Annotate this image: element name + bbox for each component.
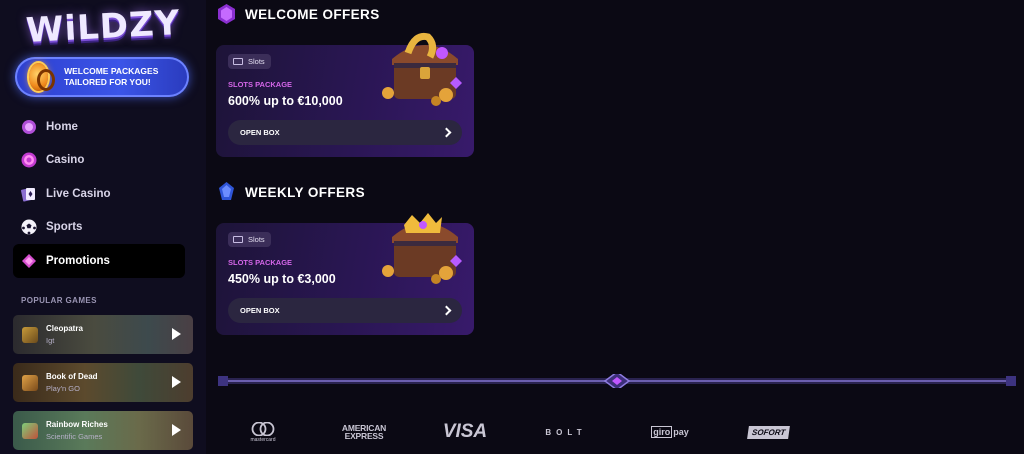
mastercard-icon bbox=[251, 421, 275, 436]
popular-games-heading: POPULAR GAMES bbox=[21, 296, 97, 305]
treasure-chest-icon bbox=[382, 213, 462, 284]
game-thumbnail bbox=[22, 374, 38, 391]
sidebar-item-label: Live Casino bbox=[46, 187, 111, 200]
brand-logo[interactable]: WiLDZY bbox=[25, 3, 181, 51]
sidebar-nav: Home Casino Live Casino Sports Promotion… bbox=[13, 110, 185, 278]
play-icon[interactable] bbox=[172, 376, 181, 388]
sofort-label: SOFORT bbox=[747, 425, 791, 439]
bonus-amount: 450% up to €3,000 bbox=[228, 272, 336, 286]
purple-gem-icon bbox=[218, 4, 235, 24]
sidebar-item-label: Home bbox=[46, 120, 78, 133]
welcome-offer-card: Slots SLOTS PACKAGE 600% up to €10,000 O… bbox=[216, 32, 474, 157]
casino-chip-icon bbox=[21, 152, 37, 168]
home-icon bbox=[21, 119, 37, 135]
mastercard-logo: mastercard bbox=[246, 418, 280, 446]
sidebar-item-promotions[interactable]: Promotions bbox=[13, 244, 185, 278]
game-card-cleopatra[interactable]: Cleopatra Igt bbox=[13, 315, 193, 354]
visa-label: VISA bbox=[442, 421, 488, 442]
game-thumbnail bbox=[22, 422, 38, 439]
bolt-logo: BOLT bbox=[536, 418, 596, 446]
american-express-logo: AMERICAN EXPRESS bbox=[334, 418, 394, 446]
sidebar-item-live-casino[interactable]: Live Casino bbox=[13, 177, 185, 211]
amex-line-2: EXPRESS bbox=[344, 431, 384, 441]
section-title: WELCOME OFFERS bbox=[245, 6, 380, 22]
game-card-rainbow-riches[interactable]: Rainbow Riches Scientific Games bbox=[13, 411, 193, 450]
sidebar-item-label: Promotions bbox=[46, 254, 110, 267]
welcome-offers-heading: WELCOME OFFERS bbox=[218, 4, 380, 24]
button-label: OPEN BOX bbox=[240, 306, 280, 315]
sidebar-item-label: Casino bbox=[46, 154, 85, 167]
game-name: Book of Dead bbox=[46, 372, 98, 381]
sofort-logo: SOFORT bbox=[747, 418, 791, 446]
package-type: SLOTS PACKAGE bbox=[228, 258, 293, 267]
treasure-chest-icon bbox=[382, 32, 462, 106]
open-box-button[interactable]: OPEN BOX bbox=[228, 120, 462, 145]
play-icon[interactable] bbox=[172, 424, 181, 436]
decorative-divider bbox=[218, 374, 1016, 388]
section-title: WEEKLY OFFERS bbox=[245, 184, 365, 200]
blue-gem-icon bbox=[219, 182, 234, 200]
chevron-right-icon bbox=[441, 305, 452, 316]
chevron-right-icon bbox=[441, 127, 452, 138]
game-provider: Scientific Games bbox=[46, 432, 103, 441]
promo-banner-text: WELCOME PACKAGES TAILORED FOR YOU! bbox=[64, 66, 159, 87]
sidebar-item-label: Sports bbox=[46, 221, 83, 234]
welcome-packages-banner[interactable]: WELCOME PACKAGES TAILORED FOR YOU! bbox=[15, 57, 189, 97]
visa-logo: VISA bbox=[438, 418, 492, 446]
game-card-book-of-dead[interactable]: Book of Dead Play'n GO bbox=[13, 363, 193, 402]
button-label: OPEN BOX bbox=[240, 128, 280, 137]
giropay-part-2: pay bbox=[673, 427, 689, 437]
sidebar-item-casino[interactable]: Casino bbox=[13, 144, 185, 178]
play-icon[interactable] bbox=[172, 328, 181, 340]
slots-tag: Slots bbox=[228, 54, 271, 69]
coin-icon bbox=[29, 63, 56, 91]
game-thumbnail bbox=[22, 326, 38, 343]
game-name: Rainbow Riches bbox=[46, 420, 108, 429]
logo-text: WiLDZY bbox=[24, 2, 182, 52]
weekly-offers-heading: WEEKLY OFFERS bbox=[218, 182, 365, 202]
game-provider: Play'n GO bbox=[46, 384, 80, 393]
app: WiLDZY WELCOME PACKAGES TAILORED FOR YOU… bbox=[0, 0, 1024, 454]
mastercard-label: mastercard bbox=[250, 436, 276, 443]
diamond-gem-icon bbox=[21, 253, 37, 269]
game-name: Cleopatra bbox=[46, 324, 83, 333]
slot-machine-icon bbox=[233, 236, 243, 243]
bonus-amount: 600% up to €10,000 bbox=[228, 94, 343, 108]
soccer-ball-icon bbox=[21, 219, 37, 235]
sidebar: WiLDZY WELCOME PACKAGES TAILORED FOR YOU… bbox=[0, 0, 206, 454]
slots-tag: Slots bbox=[228, 232, 271, 247]
giropay-logo: giro pay bbox=[650, 418, 690, 446]
playing-cards-icon bbox=[21, 186, 37, 202]
tag-label: Slots bbox=[248, 57, 265, 66]
game-provider: Igt bbox=[46, 336, 55, 345]
tag-label: Slots bbox=[248, 235, 265, 244]
package-type: SLOTS PACKAGE bbox=[228, 80, 293, 89]
weekly-offer-card: Slots SLOTS PACKAGE 450% up to €3,000 OP… bbox=[216, 213, 474, 335]
sidebar-item-home[interactable]: Home bbox=[13, 110, 185, 144]
popular-games-list: Cleopatra Igt Book of Dead Play'n GO Rai… bbox=[13, 315, 193, 454]
sidebar-item-sports[interactable]: Sports bbox=[13, 211, 185, 245]
giropay-part-1: giro bbox=[651, 426, 673, 438]
bolt-label: BOLT bbox=[545, 427, 587, 437]
payment-methods: mastercard AMERICAN EXPRESS VISA BOLT gi… bbox=[216, 418, 1016, 446]
slot-machine-icon bbox=[233, 58, 243, 65]
open-box-button[interactable]: OPEN BOX bbox=[228, 298, 462, 323]
